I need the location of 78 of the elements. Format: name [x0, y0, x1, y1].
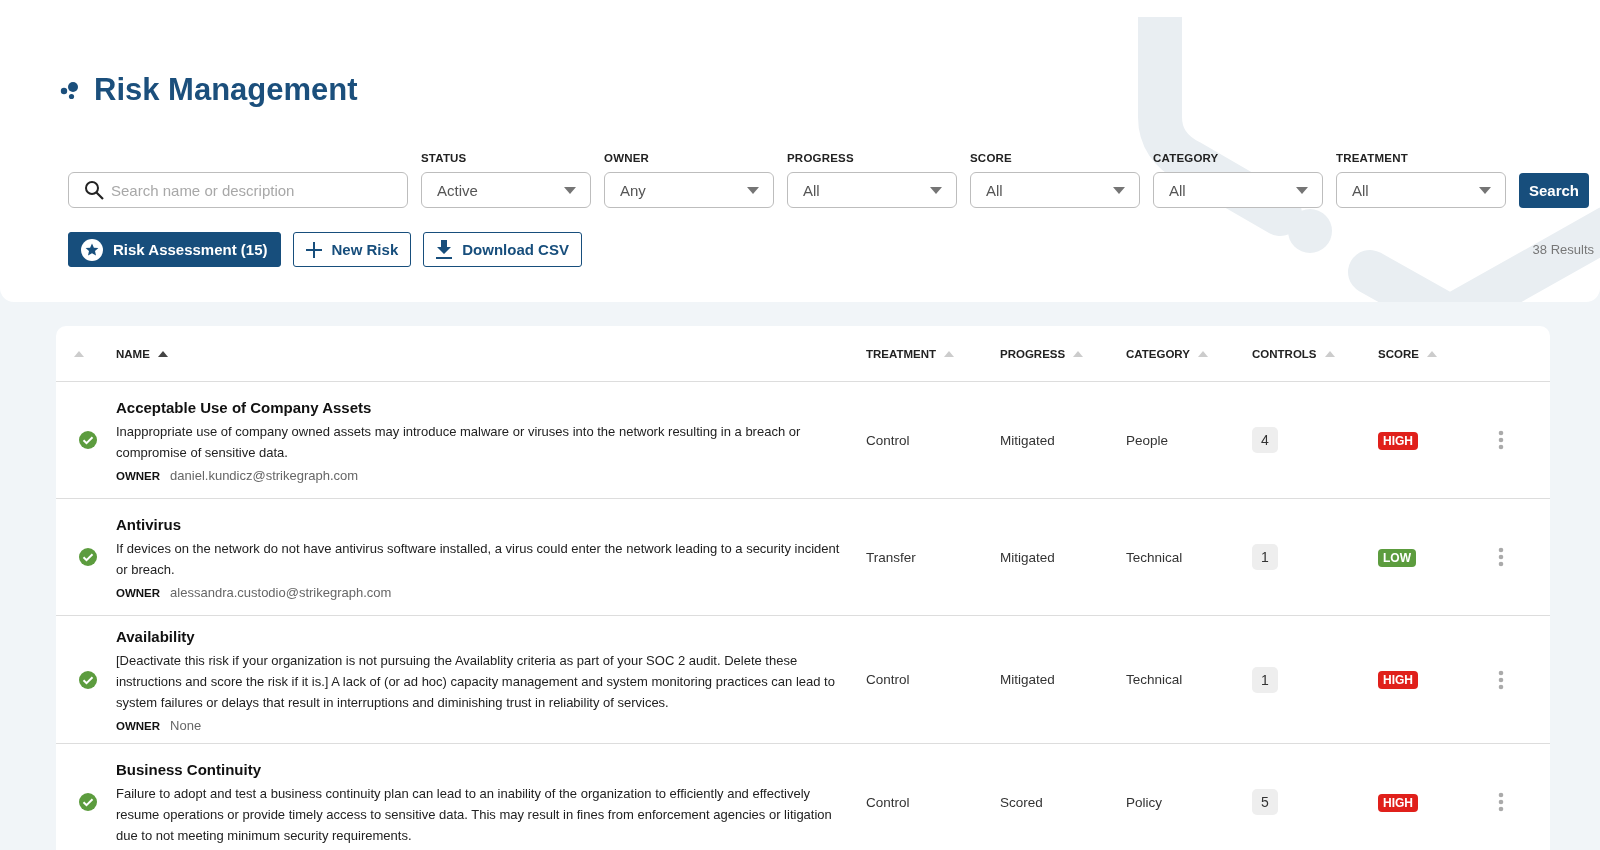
- column-header[interactable]: CONTROLS: [1252, 347, 1317, 360]
- treatment-cell-text: Control: [866, 672, 911, 687]
- caret-icon: [1296, 186, 1308, 194]
- category-cell-text: Policy: [1126, 794, 1163, 810]
- logo-icon: [60, 80, 80, 100]
- filter-dropdown[interactable]: All: [970, 172, 1140, 208]
- caret-icon: [1479, 186, 1491, 194]
- filter-dropdown[interactable]: All: [787, 172, 957, 208]
- sort-arrow-icon[interactable]: [157, 350, 168, 357]
- download-icon: [436, 240, 453, 259]
- owner-value: alessandra.custodio@strikegraph.com: [170, 585, 392, 600]
- filter-label: TREATMENT: [1336, 152, 1409, 164]
- check-circle-icon: [79, 548, 97, 566]
- progress-cell-text: Mitigated: [1000, 672, 1056, 687]
- risk-name[interactable]: Availability: [116, 628, 850, 645]
- check-circle-icon: [79, 431, 97, 449]
- caret-icon: [930, 186, 942, 194]
- treatment-cell-text: Control: [866, 794, 911, 810]
- treatment-cell-text: Transfer: [866, 549, 917, 565]
- new-risk-button[interactable]: New Risk: [292, 232, 412, 267]
- filter-dropdown[interactable]: Any: [604, 172, 774, 208]
- risk-assessment-button[interactable]: Risk Assessment (15): [68, 232, 281, 267]
- search-icon: [84, 180, 104, 200]
- progress-cell-text: Mitigated: [1000, 549, 1056, 565]
- category-cell-text: Technical: [1126, 549, 1184, 565]
- search-field[interactable]: Search name or description: [68, 172, 408, 208]
- filter-dropdown[interactable]: All: [1153, 172, 1323, 208]
- owner-label: OWNER: [116, 720, 161, 732]
- column-header[interactable]: CATEGORY: [1126, 347, 1190, 360]
- caret-icon: [1113, 186, 1125, 194]
- category-cell-text: People: [1126, 432, 1170, 448]
- owner-value: daniel.kundicz@strikegraph.com: [170, 468, 359, 483]
- filter-label: SCORE: [970, 152, 1013, 164]
- filter-label: STATUS: [421, 152, 468, 164]
- more-menu-icon[interactable]: [1498, 792, 1504, 812]
- controls-count: 1: [1252, 544, 1278, 570]
- filter-dropdown[interactable]: All: [1336, 172, 1506, 208]
- column-header[interactable]: SCORE: [1378, 347, 1419, 360]
- risk-name[interactable]: Antivirus: [116, 516, 850, 533]
- column-header[interactable]: NAME: [116, 347, 150, 360]
- results-count: 38 Results: [1532, 242, 1594, 257]
- category-cell-text: Technical: [1126, 672, 1184, 687]
- controls-count: 4: [1252, 427, 1278, 453]
- treatment-cell-text: Control: [866, 432, 911, 448]
- check-circle-icon: [79, 670, 97, 689]
- owner-value: None: [170, 718, 202, 733]
- risk-description: [Deactivate this risk if your organization is not pursuing the Availablity criteria as part of your SOC 2 audit. Delete these instructions and score the risk if it is.] A lack of (or ad hoc) capacity management and system monitoring practices can lead to system failures or delays that result in interruptions and diminishing trust in reliability of services.: [116, 652, 836, 712]
- owner-label: OWNER: [116, 470, 161, 482]
- filter-dropdown[interactable]: Active: [421, 172, 591, 208]
- caret-icon: [747, 186, 759, 194]
- risk-name[interactable]: Business Continuity: [116, 760, 850, 778]
- download-button[interactable]: Download CSV: [423, 232, 582, 267]
- score-badge: HIGH: [1378, 671, 1418, 689]
- score-badge: HIGH: [1378, 431, 1418, 450]
- plus-icon: [305, 241, 322, 258]
- risk-description: Inappropriate use of company owned assets may introduce malware or viruses into the network resulting in a breach or compromise of sensitive data.: [116, 423, 802, 462]
- risk-description: If devices on the network do not have antivirus software installed, a virus could enter the network leading to a security incident or breach.: [116, 540, 841, 579]
- score-badge: LOW: [1378, 548, 1416, 567]
- filter-label: CATEGORY: [1153, 152, 1220, 164]
- controls-count: 1: [1252, 666, 1278, 693]
- page-title: Risk Management: [94, 72, 358, 108]
- more-menu-icon[interactable]: [1498, 547, 1504, 567]
- progress-cell-text: Mitigated: [1000, 432, 1056, 448]
- score-badge: HIGH: [1378, 793, 1418, 812]
- risk-name[interactable]: Acceptable Use of Company Assets: [116, 399, 850, 416]
- column-header[interactable]: PROGRESS: [1000, 347, 1066, 360]
- controls-count: 5: [1252, 789, 1278, 815]
- progress-cell-text: Scored: [1000, 794, 1044, 810]
- risk-description: Failure to adopt and test a business continuity plan can lead to an inability of the organization to efficiently and effectively resume operations or provide timely access to sensitive data. This may result in fines from enforcement agencies or litigation due to not meeting minimum security requirements.: [116, 784, 833, 845]
- caret-icon: [564, 186, 576, 194]
- owner-label: OWNER: [116, 587, 161, 599]
- more-menu-icon[interactable]: [1498, 430, 1504, 450]
- search-button[interactable]: Search: [1519, 173, 1590, 208]
- check-circle-icon: [79, 793, 97, 811]
- column-header[interactable]: TREATMENT: [866, 347, 937, 360]
- more-menu-icon[interactable]: [1498, 669, 1504, 690]
- filter-label: PROGRESS: [787, 152, 855, 164]
- filter-label: OWNER: [604, 152, 651, 164]
